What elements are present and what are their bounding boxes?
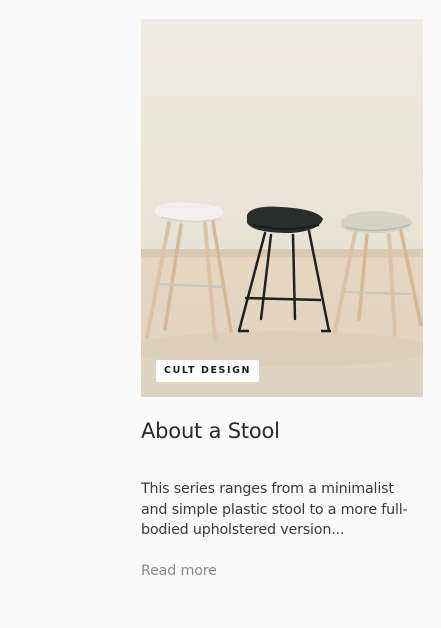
post-card: CULT DESIGN About a Stool This series ra…	[141, 19, 423, 581]
post-excerpt: This series ranges from a minimalist and…	[141, 481, 408, 538]
post-image[interactable]: CULT DESIGN	[141, 19, 423, 397]
post-title[interactable]: About a Stool	[141, 417, 423, 445]
category-badge[interactable]: CULT DESIGN	[156, 360, 260, 382]
read-more-link[interactable]: Read more	[141, 561, 217, 581]
stools-photo	[141, 19, 423, 397]
